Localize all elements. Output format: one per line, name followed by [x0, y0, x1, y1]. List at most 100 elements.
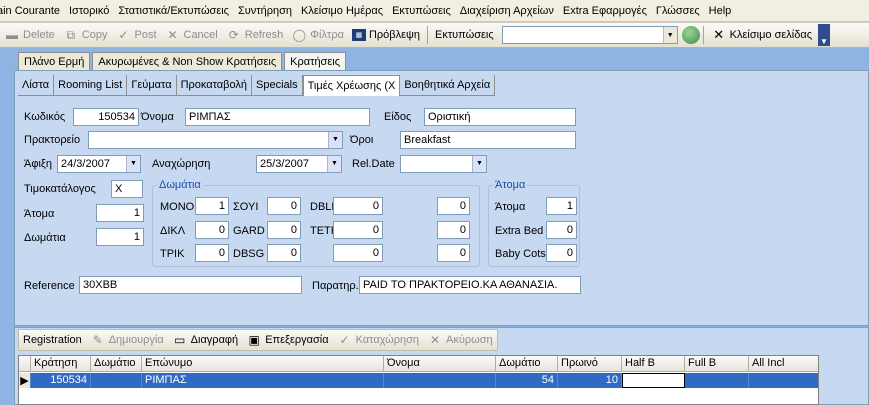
delete-row-button[interactable]: ▭ Διαγραφή — [168, 330, 243, 350]
save-button[interactable]: ✓ Καταχώρηση — [333, 330, 423, 350]
tab-list[interactable]: Λίστα — [18, 75, 55, 96]
menu-main-courante[interactable]: ain Courante — [0, 0, 65, 21]
tab-charge-rates[interactable]: Τιμές Χρέωσης (Χ — [302, 75, 401, 96]
code-field[interactable]: 150534 — [73, 108, 139, 126]
extra-bed-field[interactable]: 0 — [546, 221, 577, 239]
room-type-field[interactable]: 0 — [195, 221, 229, 239]
edit-button[interactable]: ▣ Επεξεργασία — [242, 330, 332, 350]
grid-col-header[interactable]: Δωμάτιο — [496, 356, 558, 372]
chevron-down-icon[interactable]: ▼ — [662, 27, 677, 43]
room-type-field[interactable]: 0 — [267, 197, 301, 215]
pricelist-field[interactable]: Χ — [111, 180, 143, 198]
tab-hermes-plan[interactable]: Πλάνο Ερμή — [18, 52, 91, 71]
create-button[interactable]: ✎ Δημιουργία — [86, 330, 168, 350]
menu-help[interactable]: Help — [705, 0, 737, 21]
prints-combo[interactable]: ▼ — [501, 26, 678, 44]
menu-maintenance[interactable]: Συντήρηση — [234, 0, 297, 21]
grid-col-header[interactable]: Half B — [622, 356, 685, 372]
reldate-field[interactable]: ▼ — [400, 155, 487, 173]
table-cell[interactable] — [91, 373, 142, 388]
room-type-field[interactable]: 0 — [437, 197, 470, 215]
arrival-date[interactable]: 24/3/2007 ▼ — [57, 155, 141, 173]
menubar: ain Courante Ιστορικό Στατιστικά/Εκτυπώσ… — [0, 0, 869, 22]
extra-bed-label: Extra Bed — [495, 225, 544, 237]
toolbar-overflow-icon[interactable]: ▼ — [818, 24, 831, 46]
table-cell[interactable]: 10 — [558, 373, 622, 388]
table-cell-editor[interactable] — [622, 373, 685, 388]
chevron-down-icon[interactable]: ▼ — [126, 156, 140, 172]
persons-field[interactable]: 1 — [96, 204, 144, 222]
grid-col-header[interactable]: All Incl — [749, 356, 818, 372]
room-type-field[interactable]: 0 — [333, 244, 383, 262]
grid-col-header[interactable]: Πρωινό — [558, 356, 622, 372]
code-label: Κωδικός — [24, 111, 66, 123]
grid-col-header[interactable]: Full B — [685, 356, 749, 372]
cancel-row-button[interactable]: ✕ Ακύρωση — [423, 330, 497, 350]
menu-statistics[interactable]: Στατιστικά/Εκτυπώσεις — [114, 0, 234, 21]
remarks-field[interactable]: PAID ΤΟ ΠΡΑΚΤΟΡΕΙΟ.ΚΑ ΑΘΑΝΑΣΙΑ. — [359, 276, 581, 294]
room-type-field[interactable]: 0 — [195, 244, 229, 262]
close-page-button[interactable]: ✕ Κλείσιμο σελίδας — [707, 24, 816, 46]
menu-day-close[interactable]: Κλείσιμο Ημέρας — [297, 0, 388, 21]
chevron-down-icon[interactable]: ▼ — [327, 156, 341, 172]
tab-meals[interactable]: Γεύματα — [127, 75, 177, 96]
tab-specials[interactable]: Specials — [252, 75, 303, 96]
table-cell[interactable]: 54 — [496, 373, 558, 388]
cancel-button[interactable]: ✕ Cancel — [161, 24, 222, 46]
menu-prints[interactable]: Εκτυπώσεις — [388, 0, 456, 21]
tab-deposit[interactable]: Προκαταβολή — [177, 75, 253, 96]
menu-extra-apps[interactable]: Extra Εφαρμογές — [559, 0, 652, 21]
room-type-label: ΤΡΙΚ — [160, 248, 185, 260]
departure-date[interactable]: 25/3/2007 ▼ — [256, 155, 342, 173]
table-row[interactable]: ▶ 150534 ΡΙΜΠΑΣ 54 10 — [19, 373, 818, 388]
tab-auxiliary-files[interactable]: Βοηθητικά Αρχεία — [400, 75, 496, 96]
registration-grid: Κράτηση Δωμάτιο Επώνυμο Όνομα Δωμάτιο Πρ… — [18, 355, 819, 405]
grid-col-header[interactable]: Επώνυμο — [142, 356, 384, 372]
table-cell[interactable]: ΡΙΜΠΑΣ — [142, 373, 384, 388]
menu-history[interactable]: Ιστορικό — [65, 0, 114, 21]
persons-group-field[interactable]: 1 — [546, 197, 577, 215]
kind-field[interactable]: Οριστική — [424, 108, 576, 126]
menu-file-management[interactable]: Διαχείριση Αρχείων — [456, 0, 559, 21]
grid-col-header[interactable]: Δωμάτιο — [91, 356, 142, 372]
filter-button[interactable]: ◯ Φίλτρα — [287, 24, 348, 46]
arrival-label: Άφιξη — [24, 158, 52, 170]
tab-rooming-list[interactable]: Rooming List — [54, 75, 128, 96]
preview-button[interactable]: ▦ Πρόβλεψη — [348, 24, 424, 46]
main-toolbar: ▬ Delete ⧉ Copy ✓ Post ✕ Cancel ⟳ Refresh ◯ Φί… — [0, 23, 869, 48]
name-field[interactable]: ΡΙΜΠΑΣ — [185, 108, 370, 126]
rooms-field[interactable]: 1 — [96, 228, 144, 246]
menu-languages[interactable]: Γλώσσες — [652, 0, 705, 21]
reference-field[interactable]: 30ΧΒΒ — [79, 276, 302, 294]
grid-col-header[interactable]: Κράτηση — [31, 356, 91, 372]
room-type-field[interactable]: 1 — [195, 197, 229, 215]
room-type-field[interactable]: 0 — [267, 221, 301, 239]
table-cell[interactable] — [384, 373, 496, 388]
copy-button[interactable]: ⧉ Copy — [59, 24, 112, 46]
room-type-field[interactable]: 0 — [437, 221, 470, 239]
globe-icon[interactable] — [681, 26, 700, 44]
room-type-field[interactable]: 0 — [333, 197, 383, 215]
room-type-label: DBSG — [233, 248, 265, 260]
persons-group-label: Άτομα — [495, 201, 526, 213]
agency-select[interactable]: ▼ — [88, 131, 343, 149]
chevron-down-icon[interactable]: ▼ — [472, 156, 486, 172]
tab-reservations[interactable]: Κρατήσεις — [284, 52, 346, 71]
remarks-label: Παρατηρ. — [312, 280, 359, 292]
baby-cots-field[interactable]: 0 — [546, 244, 577, 262]
room-type-field[interactable]: 0 — [333, 221, 383, 239]
delete-button[interactable]: ▬ Delete — [0, 24, 59, 46]
room-type-field[interactable]: 0 — [267, 244, 301, 262]
room-type-field[interactable]: 0 — [437, 244, 470, 262]
table-cell[interactable]: 150534 — [31, 373, 91, 388]
chevron-down-icon[interactable]: ▼ — [328, 132, 342, 148]
table-cell[interactable] — [749, 373, 818, 388]
post-button[interactable]: ✓ Post — [111, 24, 160, 46]
tab-cancelled-noshow[interactable]: Ακυρωμένες & Non Show Κρατήσεις — [92, 52, 283, 71]
refresh-button[interactable]: ⟳ Refresh — [222, 24, 288, 46]
terms-field[interactable]: Breakfast — [400, 131, 576, 149]
prints-label: Εκτυπώσεις — [434, 29, 494, 41]
delete-icon: ▬ — [6, 28, 18, 42]
table-cell[interactable] — [685, 373, 749, 388]
grid-col-header[interactable]: Όνομα — [384, 356, 496, 372]
